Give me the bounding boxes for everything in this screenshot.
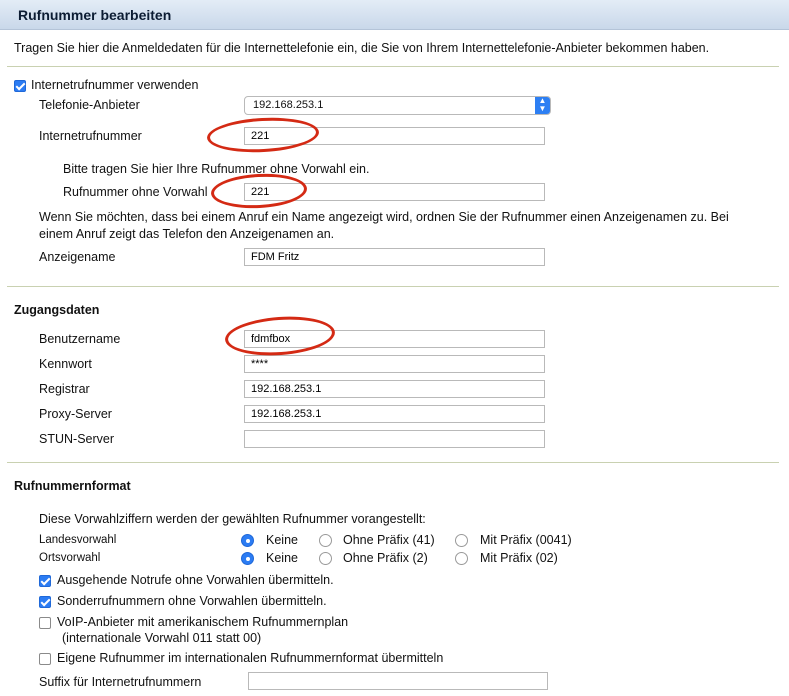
prefix-info-text: Diese Vorwahlziffern werden der gewählte…	[39, 512, 426, 526]
registrar-input[interactable]	[244, 380, 545, 398]
country-code-label: Landesvorwahl	[39, 534, 117, 546]
proxy-server-input[interactable]	[244, 405, 545, 423]
display-name-info-line1: Wenn Sie möchten, dass bei einem Anruf e…	[39, 210, 729, 224]
suffix-label: Suffix für Internetrufnummern	[39, 675, 202, 689]
page-title: Rufnummer bearbeiten	[18, 7, 172, 23]
internet-number-label: Internetrufnummer	[39, 129, 142, 143]
us-numbering-plan-checkbox[interactable]	[39, 617, 51, 629]
intro-text: Tragen Sie hier die Anmeldedaten für die…	[14, 41, 710, 55]
country-code-radio-none[interactable]	[241, 534, 254, 547]
number-hint-text: Bitte tragen Sie hier Ihre Rufnummer ohn…	[63, 162, 370, 176]
username-label: Benutzername	[39, 332, 121, 346]
international-format-label: Eigene Rufnummer im internationalen Rufn…	[57, 651, 444, 665]
display-name-input[interactable]	[244, 248, 545, 266]
suffix-input[interactable]	[248, 672, 548, 690]
special-numbers-label: Sonderrufnummern ohne Vorwahlen übermitt…	[57, 594, 327, 608]
access-heading: Zugangsdaten	[14, 303, 100, 317]
area-code-option-label: Mit Präfix (02)	[480, 551, 558, 565]
use-internet-number-label: Internetrufnummer verwenden	[31, 78, 199, 92]
stun-server-input[interactable]	[244, 430, 545, 448]
us-numbering-plan-note: (internationale Vorwahl 011 statt 00)	[62, 631, 262, 645]
password-input[interactable]	[244, 355, 545, 373]
area-code-label: Ortsvorwahl	[39, 552, 101, 564]
divider	[7, 66, 779, 67]
country-code-radio-without-prefix[interactable]	[319, 534, 332, 547]
special-numbers-checkbox[interactable]	[39, 596, 51, 608]
use-internet-number-checkbox[interactable]	[14, 80, 26, 92]
select-arrows-icon: ▲ ▼	[535, 97, 550, 114]
area-code-option-label: Keine	[266, 551, 298, 565]
provider-select-value: 192.168.253.1	[253, 99, 324, 111]
country-code-radio-with-prefix[interactable]	[455, 534, 468, 547]
emergency-calls-label: Ausgehende Notrufe ohne Vorwahlen übermi…	[57, 573, 334, 587]
divider	[7, 286, 779, 287]
proxy-server-label: Proxy-Server	[39, 407, 112, 421]
panel-header: Rufnummer bearbeiten	[0, 0, 789, 30]
international-format-checkbox[interactable]	[39, 653, 51, 665]
number-without-prefix-label: Rufnummer ohne Vorwahl	[63, 185, 208, 199]
us-numbering-plan-label: VoIP-Anbieter mit amerikanischem Rufnumm…	[57, 615, 349, 629]
display-name-label: Anzeigename	[39, 250, 116, 264]
area-code-radio-without-prefix[interactable]	[319, 552, 332, 565]
emergency-calls-checkbox[interactable]	[39, 575, 51, 587]
highlight-ellipse	[210, 171, 308, 211]
stun-server-label: STUN-Server	[39, 432, 115, 446]
area-code-radio-with-prefix[interactable]	[455, 552, 468, 565]
country-code-option-label: Mit Präfix (0041)	[480, 533, 572, 547]
divider	[7, 462, 779, 463]
area-code-radio-none[interactable]	[241, 552, 254, 565]
highlight-ellipse	[206, 115, 320, 155]
display-name-info-line2: einem Anruf zeigt das Telefon den Anzeig…	[39, 227, 335, 241]
provider-select[interactable]: 192.168.253.1 ▲ ▼	[244, 96, 551, 115]
country-code-option-label: Keine	[266, 533, 298, 547]
area-code-option-label: Ohne Präfix (2)	[343, 551, 428, 565]
format-heading: Rufnummernformat	[14, 479, 131, 493]
provider-label: Telefonie-Anbieter	[39, 98, 140, 112]
highlight-ellipse	[223, 313, 337, 359]
registrar-label: Registrar	[39, 382, 90, 396]
password-label: Kennwort	[39, 357, 92, 371]
country-code-option-label: Ohne Präfix (41)	[343, 533, 435, 547]
